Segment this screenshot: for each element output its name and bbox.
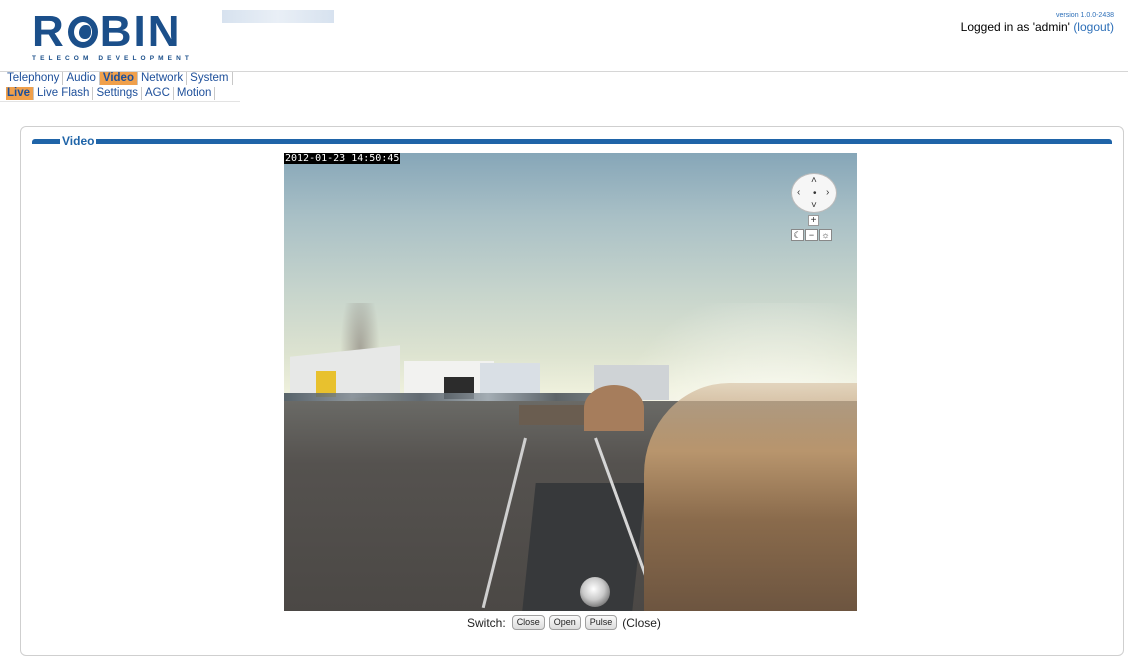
logged-in-text: Logged in as 'admin' [960, 20, 1070, 34]
switch-pulse-button[interactable]: Pulse [584, 615, 618, 630]
switch-close-button[interactable]: Close [511, 615, 545, 630]
subnav-motion[interactable]: Motion [174, 87, 216, 100]
brightness-controls: ☾ − ☼ [791, 229, 832, 241]
live-video-feed[interactable]: 2012-01-23 14:50:45 [284, 153, 857, 611]
brightness-reset-button[interactable]: − [805, 229, 818, 241]
nav-audio[interactable]: Audio [63, 72, 100, 85]
brightness-up-button[interactable]: ☼ [819, 229, 832, 241]
version-label: version 1.0.0-2438 [1056, 12, 1114, 19]
logo-bird-icon [67, 16, 98, 48]
subnav-live-flash[interactable]: Live Flash [34, 87, 94, 100]
lens-reflection [580, 577, 610, 607]
logo-tagline: TELECOM DEVELOPMENT [32, 55, 193, 62]
pan-tilt-control[interactable]: ˄ ‹ • › ˅ [791, 173, 837, 213]
shrub [584, 385, 644, 431]
switch-label: Switch: [467, 615, 506, 630]
switch-controls: Switch: Close Open Pulse (Close) [467, 615, 661, 630]
nav-network[interactable]: Network [138, 72, 188, 85]
panel-header-bar [32, 139, 1112, 144]
tall-grass [644, 383, 857, 611]
nav-telephony[interactable]: Telephony [6, 72, 64, 85]
logo-letters-bin: BIN [99, 7, 182, 56]
login-status: Logged in as 'admin' (logout) [961, 20, 1114, 34]
nav-system[interactable]: System [187, 72, 233, 85]
chevron-right-icon[interactable]: › [826, 188, 829, 198]
brightness-down-button[interactable]: ☾ [791, 229, 804, 241]
chevron-up-icon[interactable]: ˄ [811, 176, 817, 186]
video-timestamp: 2012-01-23 14:50:45 [284, 153, 401, 164]
subnav-agc[interactable]: AGC [142, 87, 174, 100]
robin-logo: R BIN TELECOM DEVELOPMENT [32, 10, 207, 63]
main-nav: Telephony Audio Video Network System [6, 72, 233, 85]
chevron-down-icon[interactable]: ˅ [811, 201, 817, 211]
session-info: version 1.0.0-2438 Logged in as 'admin' … [961, 11, 1114, 34]
subnav-live[interactable]: Live [6, 87, 35, 100]
redacted-device-name [222, 10, 334, 23]
nav-video[interactable]: Video [99, 72, 138, 85]
zoom-in-button[interactable]: + [808, 215, 819, 226]
center-dot-icon[interactable]: • [813, 189, 817, 199]
chevron-left-icon[interactable]: ‹ [797, 188, 800, 198]
switch-state: (Close) [622, 615, 661, 630]
sub-nav: Live Live Flash Settings AGC Motion [6, 87, 216, 100]
subnav-settings[interactable]: Settings [93, 87, 142, 100]
logout-link[interactable]: (logout) [1073, 20, 1114, 34]
logo-letter-r: R [32, 7, 66, 56]
panel-title: Video [60, 134, 97, 149]
subnav-divider [0, 101, 240, 102]
logo-wordmark: R BIN [32, 10, 207, 54]
switch-open-button[interactable]: Open [548, 615, 581, 630]
